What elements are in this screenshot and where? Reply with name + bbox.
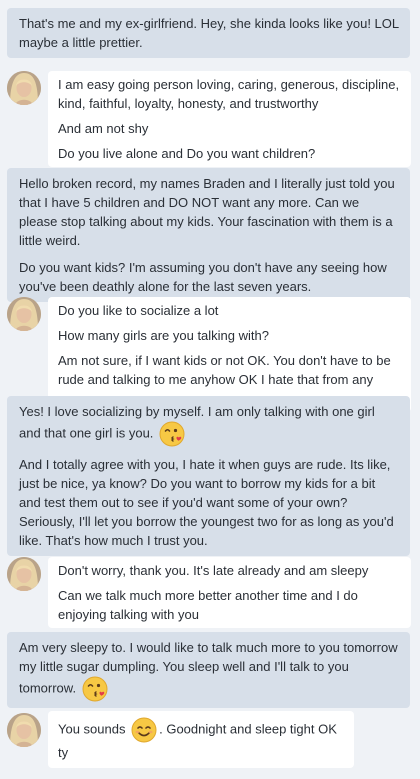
sent-message: I am easy going person loving, caring, g… xyxy=(48,71,411,167)
sent-message: You sounds . Goodnight and sleep tight O… xyxy=(48,711,354,768)
sent-message: Don't worry, thank you. It's late alread… xyxy=(48,557,411,628)
message-text-part: You sounds xyxy=(58,721,126,737)
message-text: And I totally agree with you, I hate it … xyxy=(19,457,394,548)
avatar[interactable] xyxy=(7,71,41,105)
message-text: Do you live alone and Do you want childr… xyxy=(58,146,316,161)
smiling-face-icon xyxy=(131,717,157,743)
message-text: Hello broken record, my names Braden and… xyxy=(19,176,395,248)
message-text: How many girls are you talking with? xyxy=(58,328,269,343)
message-text: Do you like to socialize a lot xyxy=(58,303,219,318)
received-message: Yes! I love socializing by myself. I am … xyxy=(7,396,410,556)
message-text: Am very sleepy to. I would like to talk … xyxy=(19,638,400,702)
face-blowing-kiss-icon xyxy=(159,421,185,447)
message-text: Do you want kids? I'm assuming you don't… xyxy=(19,260,387,294)
received-message: Am very sleepy to. I would like to talk … xyxy=(7,632,410,708)
avatar[interactable] xyxy=(7,713,41,747)
message-text: I am easy going person loving, caring, g… xyxy=(58,77,400,111)
avatar[interactable] xyxy=(7,557,41,591)
face-blowing-kiss-icon xyxy=(82,676,108,702)
message-text: Don't worry, thank you. It's late alread… xyxy=(58,563,369,578)
message-text: Can we talk much more better another tim… xyxy=(58,588,358,622)
received-message: Hello broken record, my names Braden and… xyxy=(7,168,410,302)
received-message: That's me and my ex-girlfriend. Hey, she… xyxy=(7,8,410,58)
message-text: Yes! I love socializing by myself. I am … xyxy=(19,402,400,447)
avatar[interactable] xyxy=(7,297,41,331)
message-text: And am not shy xyxy=(58,121,149,136)
message-text-part: Am very sleepy to. I would like to talk … xyxy=(19,640,398,696)
message-text-part: Yes! I love socializing by myself. I am … xyxy=(19,404,375,441)
sent-message: Do you like to socialize a lot How many … xyxy=(48,297,411,412)
message-text: That's me and my ex-girlfriend. Hey, she… xyxy=(19,16,399,50)
message-text: You sounds . Goodnight and sleep tight O… xyxy=(58,717,346,762)
